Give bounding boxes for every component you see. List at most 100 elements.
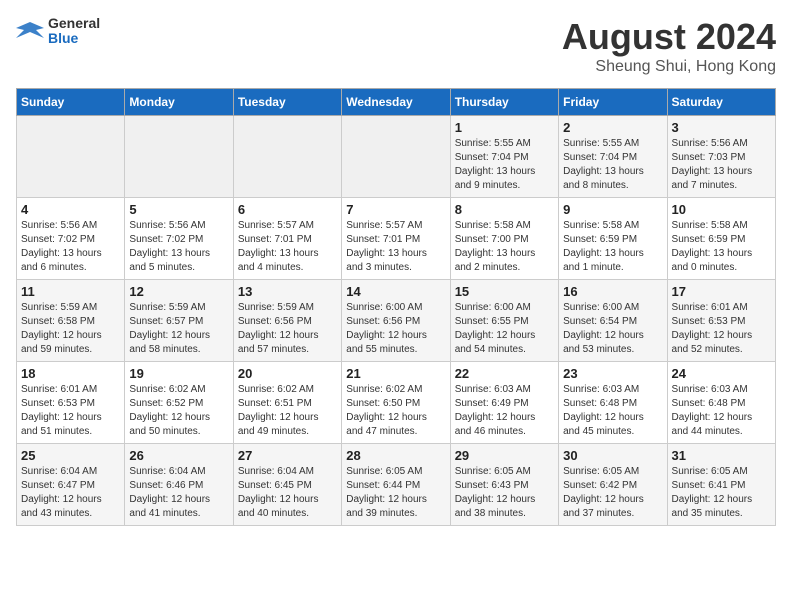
calendar-cell: 18Sunrise: 6:01 AMSunset: 6:53 PMDayligh… xyxy=(17,362,125,444)
day-number: 25 xyxy=(21,448,120,463)
day-number: 11 xyxy=(21,284,120,299)
day-number: 19 xyxy=(129,366,228,381)
day-number: 1 xyxy=(455,120,554,135)
calendar-cell: 6 Sunrise: 5:57 AMSunset: 7:01 PMDaylight… xyxy=(233,198,341,280)
weekday-header-sunday: Sunday xyxy=(17,89,125,116)
day-number: 26 xyxy=(129,448,228,463)
day-detail: Sunrise: 6:05 AMSunset: 6:42 PMDaylight:… xyxy=(563,465,662,521)
day-number: 14 xyxy=(346,284,445,299)
calendar-cell: 21 Sunrise: 6:02 AMSunset: 6:50 PMDayligh… xyxy=(342,362,450,444)
calendar-cell: 31 Sunrise: 6:05 AMSunset: 6:41 PMDayligh… xyxy=(667,444,775,526)
calendar-cell: 19 Sunrise: 6:02 AMSunset: 6:52 PMDayligh… xyxy=(125,362,233,444)
calendar-cell: 7 Sunrise: 5:57 AMSunset: 7:01 PMDaylight… xyxy=(342,198,450,280)
day-detail: Sunrise: 6:05 AMSunset: 6:44 PMDaylight:… xyxy=(346,465,445,521)
day-number: 15 xyxy=(455,284,554,299)
week-row-4: 18Sunrise: 6:01 AMSunset: 6:53 PMDayligh… xyxy=(17,362,776,444)
calendar-cell: 4Sunrise: 5:56 AMSunset: 7:02 PMDaylight… xyxy=(17,198,125,280)
day-number: 22 xyxy=(455,366,554,381)
day-detail: Sunrise: 6:03 AMSunset: 6:48 PMDaylight:… xyxy=(672,383,771,439)
day-number: 12 xyxy=(129,284,228,299)
weekday-header-thursday: Thursday xyxy=(450,89,558,116)
calendar-cell: 10Sunrise: 5:58 AMSunset: 6:59 PMDayligh… xyxy=(667,198,775,280)
day-number: 18 xyxy=(21,366,120,381)
day-detail: Sunrise: 6:00 AMSunset: 6:54 PMDaylight:… xyxy=(563,301,662,357)
day-detail: Sunrise: 6:00 AMSunset: 6:55 PMDaylight:… xyxy=(455,301,554,357)
day-detail: Sunrise: 5:57 AMSunset: 7:01 PMDaylight:… xyxy=(346,219,445,275)
day-number: 2 xyxy=(563,120,662,135)
calendar-cell: 20Sunrise: 6:02 AMSunset: 6:51 PMDayligh… xyxy=(233,362,341,444)
header: General Blue August 2024 Sheung Shui, Ho… xyxy=(16,16,776,76)
calendar-cell: 22 Sunrise: 6:03 AMSunset: 6:49 PMDayligh… xyxy=(450,362,558,444)
location-title: Sheung Shui, Hong Kong xyxy=(562,58,776,76)
calendar-cell: 27 Sunrise: 6:04 AMSunset: 6:45 PMDayligh… xyxy=(233,444,341,526)
calendar-cell: 25Sunrise: 6:04 AMSunset: 6:47 PMDayligh… xyxy=(17,444,125,526)
day-detail: Sunrise: 6:03 AMSunset: 6:48 PMDaylight:… xyxy=(563,383,662,439)
calendar-cell: 1Sunrise: 5:55 AMSunset: 7:04 PMDaylight… xyxy=(450,116,558,198)
day-detail: Sunrise: 5:57 AMSunset: 7:01 PMDaylight:… xyxy=(238,219,337,275)
day-number: 21 xyxy=(346,366,445,381)
logo: General Blue xyxy=(16,16,100,47)
day-number: 6 xyxy=(238,202,337,217)
calendar-cell: 15 Sunrise: 6:00 AMSunset: 6:55 PMDayligh… xyxy=(450,280,558,362)
weekday-header-row: SundayMondayTuesdayWednesdayThursdayFrid… xyxy=(17,89,776,116)
week-row-2: 4Sunrise: 5:56 AMSunset: 7:02 PMDaylight… xyxy=(17,198,776,280)
day-detail: Sunrise: 5:59 AMSunset: 6:58 PMDaylight:… xyxy=(21,301,120,357)
calendar: SundayMondayTuesdayWednesdayThursdayFrid… xyxy=(16,88,776,526)
calendar-cell: 13Sunrise: 5:59 AMSunset: 6:56 PMDayligh… xyxy=(233,280,341,362)
calendar-cell: 14Sunrise: 6:00 AMSunset: 6:56 PMDayligh… xyxy=(342,280,450,362)
weekday-header-friday: Friday xyxy=(559,89,667,116)
day-detail: Sunrise: 6:05 AMSunset: 6:43 PMDaylight:… xyxy=(455,465,554,521)
day-number: 16 xyxy=(563,284,662,299)
day-number: 30 xyxy=(563,448,662,463)
day-detail: Sunrise: 6:04 AMSunset: 6:46 PMDaylight:… xyxy=(129,465,228,521)
calendar-cell: 28 Sunrise: 6:05 AMSunset: 6:44 PMDayligh… xyxy=(342,444,450,526)
calendar-cell: 16 Sunrise: 6:00 AMSunset: 6:54 PMDayligh… xyxy=(559,280,667,362)
day-detail: Sunrise: 6:02 AMSunset: 6:52 PMDaylight:… xyxy=(129,383,228,439)
day-detail: Sunrise: 6:04 AMSunset: 6:45 PMDaylight:… xyxy=(238,465,337,521)
logo-blue: Blue xyxy=(48,31,100,46)
calendar-cell: 24Sunrise: 6:03 AMSunset: 6:48 PMDayligh… xyxy=(667,362,775,444)
week-row-3: 11 Sunrise: 5:59 AMSunset: 6:58 PMDayligh… xyxy=(17,280,776,362)
day-detail: Sunrise: 6:03 AMSunset: 6:49 PMDaylight:… xyxy=(455,383,554,439)
month-title: August 2024 xyxy=(562,16,776,58)
logo-general: General xyxy=(48,16,100,31)
weekday-header-wednesday: Wednesday xyxy=(342,89,450,116)
calendar-cell: 17Sunrise: 6:01 AMSunset: 6:53 PMDayligh… xyxy=(667,280,775,362)
day-detail: Sunrise: 6:02 AMSunset: 6:51 PMDaylight:… xyxy=(238,383,337,439)
calendar-cell: 12 Sunrise: 5:59 AMSunset: 6:57 PMDayligh… xyxy=(125,280,233,362)
day-detail: Sunrise: 5:56 AMSunset: 7:02 PMDaylight:… xyxy=(129,219,228,275)
week-row-5: 25Sunrise: 6:04 AMSunset: 6:47 PMDayligh… xyxy=(17,444,776,526)
calendar-cell: 30 Sunrise: 6:05 AMSunset: 6:42 PMDayligh… xyxy=(559,444,667,526)
day-number: 28 xyxy=(346,448,445,463)
calendar-cell xyxy=(17,116,125,198)
calendar-cell: 5 Sunrise: 5:56 AMSunset: 7:02 PMDaylight… xyxy=(125,198,233,280)
calendar-cell: 11 Sunrise: 5:59 AMSunset: 6:58 PMDayligh… xyxy=(17,280,125,362)
day-detail: Sunrise: 5:58 AMSunset: 7:00 PMDaylight:… xyxy=(455,219,554,275)
day-detail: Sunrise: 5:56 AMSunset: 7:03 PMDaylight:… xyxy=(672,137,771,193)
day-number: 27 xyxy=(238,448,337,463)
day-detail: Sunrise: 6:02 AMSunset: 6:50 PMDaylight:… xyxy=(346,383,445,439)
weekday-header-tuesday: Tuesday xyxy=(233,89,341,116)
day-number: 29 xyxy=(455,448,554,463)
calendar-cell: 8 Sunrise: 5:58 AMSunset: 7:00 PMDaylight… xyxy=(450,198,558,280)
day-detail: Sunrise: 5:58 AMSunset: 6:59 PMDaylight:… xyxy=(672,219,771,275)
weekday-header-monday: Monday xyxy=(125,89,233,116)
calendar-cell: 29 Sunrise: 6:05 AMSunset: 6:43 PMDayligh… xyxy=(450,444,558,526)
weekday-header-saturday: Saturday xyxy=(667,89,775,116)
day-number: 5 xyxy=(129,202,228,217)
calendar-cell xyxy=(233,116,341,198)
day-number: 23 xyxy=(563,366,662,381)
calendar-cell xyxy=(125,116,233,198)
day-detail: Sunrise: 5:59 AMSunset: 6:57 PMDaylight:… xyxy=(129,301,228,357)
day-number: 7 xyxy=(346,202,445,217)
day-number: 8 xyxy=(455,202,554,217)
day-detail: Sunrise: 5:59 AMSunset: 6:56 PMDaylight:… xyxy=(238,301,337,357)
calendar-body: 1Sunrise: 5:55 AMSunset: 7:04 PMDaylight… xyxy=(17,116,776,526)
calendar-cell: 23 Sunrise: 6:03 AMSunset: 6:48 PMDayligh… xyxy=(559,362,667,444)
day-detail: Sunrise: 6:01 AMSunset: 6:53 PMDaylight:… xyxy=(672,301,771,357)
day-detail: Sunrise: 6:05 AMSunset: 6:41 PMDaylight:… xyxy=(672,465,771,521)
day-number: 9 xyxy=(563,202,662,217)
calendar-cell: 9Sunrise: 5:58 AMSunset: 6:59 PMDaylight… xyxy=(559,198,667,280)
logo-bird-icon xyxy=(16,20,44,42)
day-number: 31 xyxy=(672,448,771,463)
